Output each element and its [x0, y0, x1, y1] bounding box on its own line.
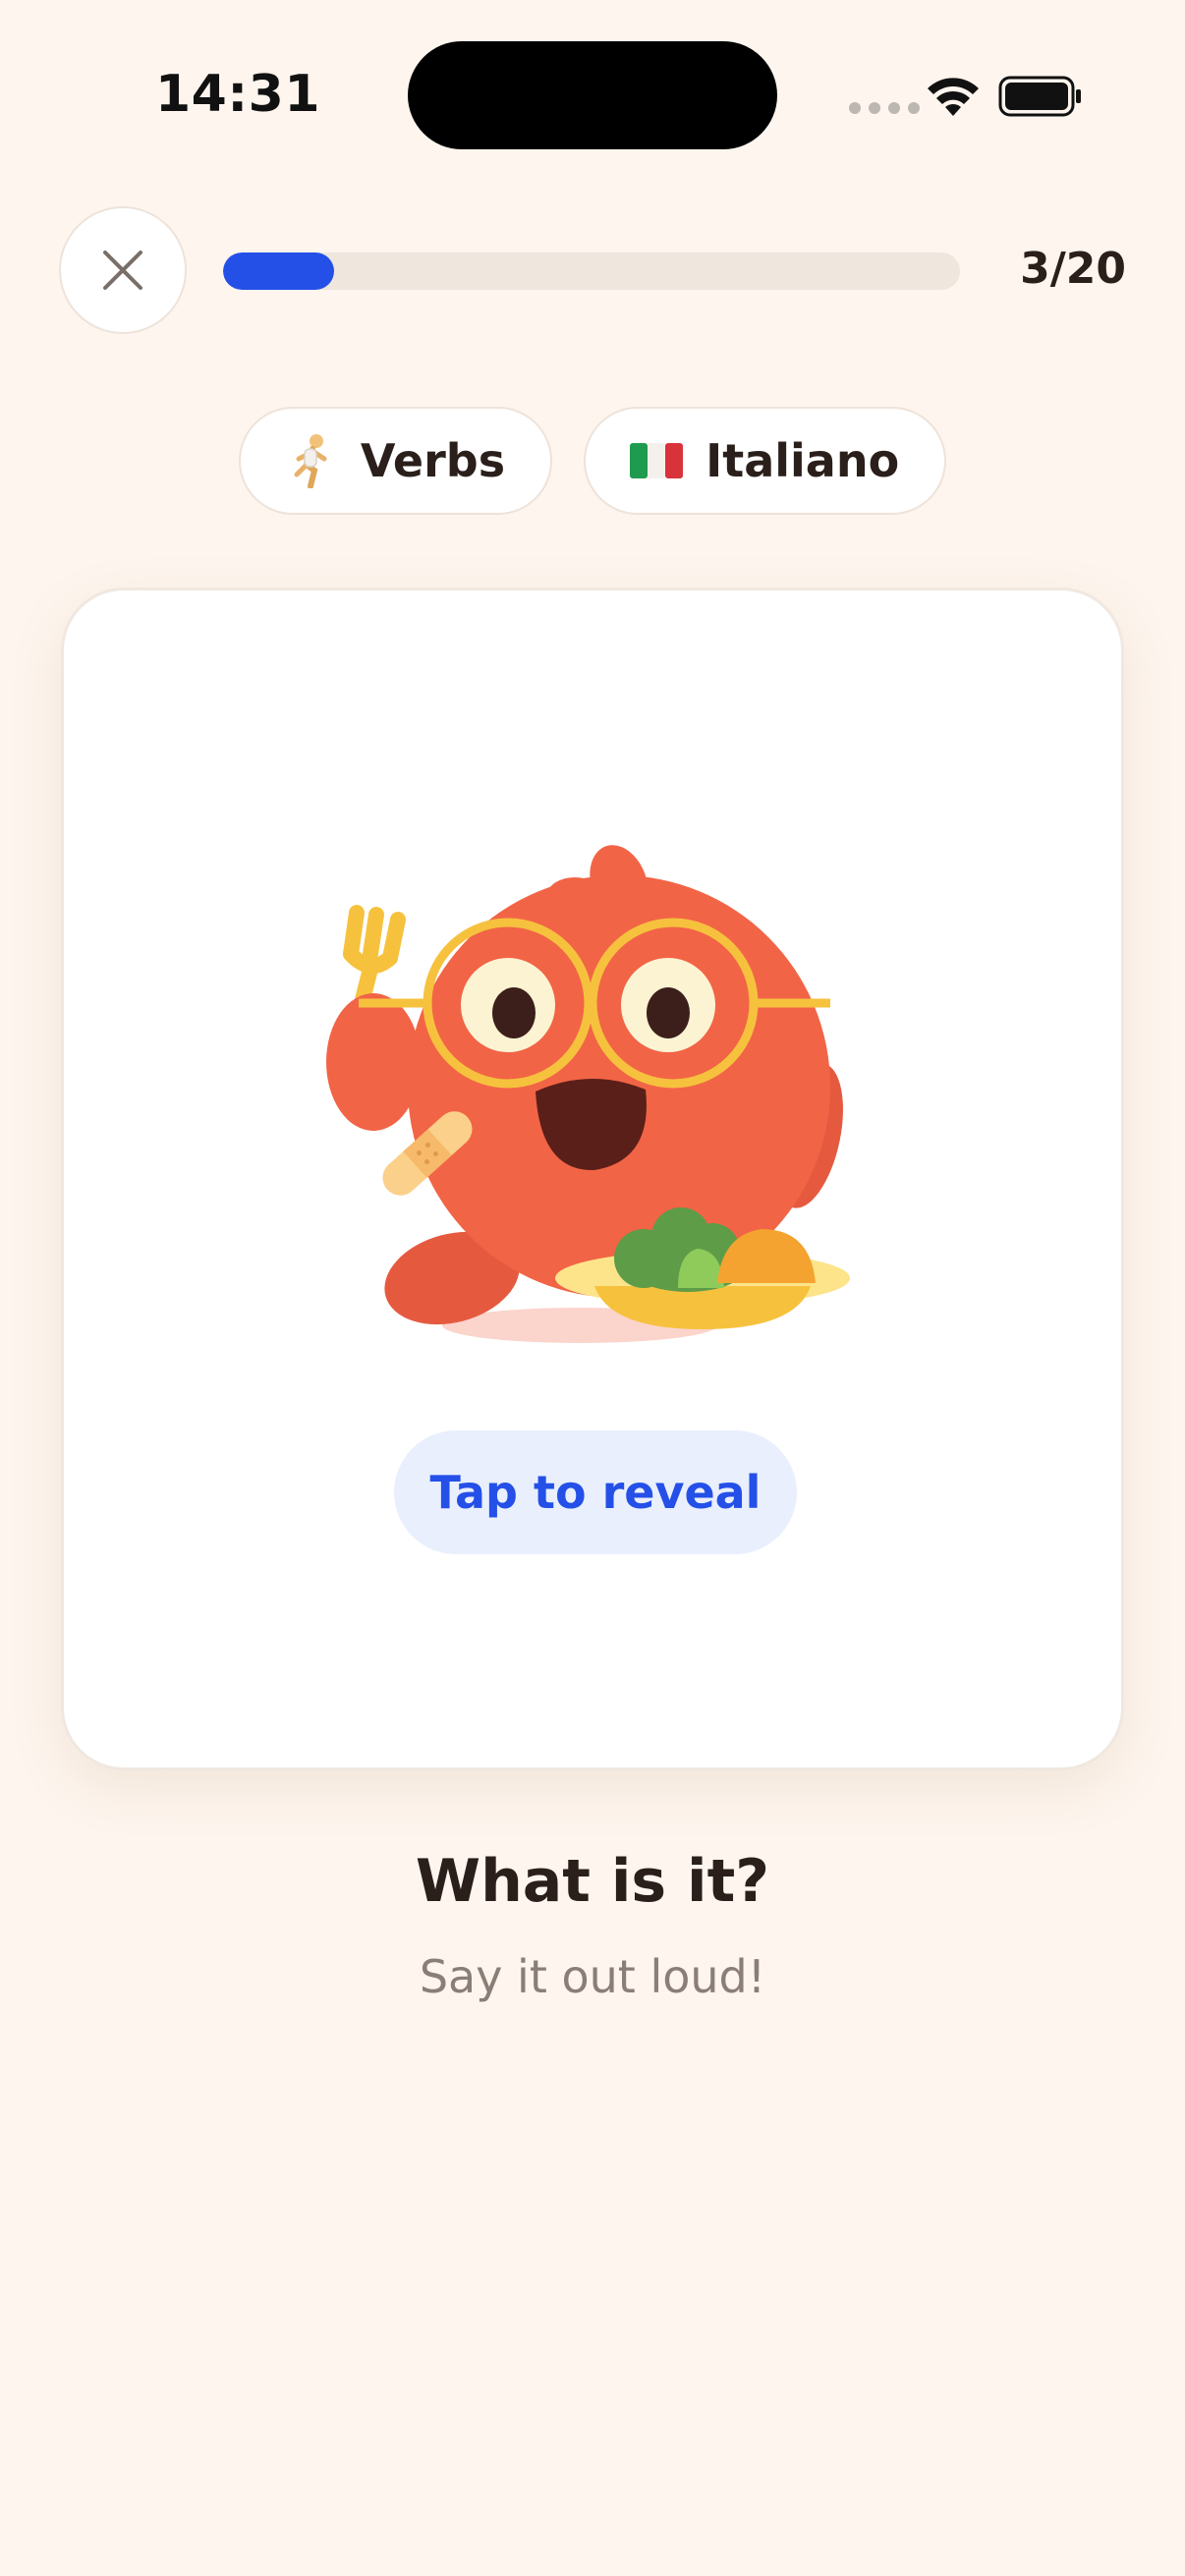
progress-fill: [223, 252, 334, 290]
orange-mascot-eating-icon: [326, 845, 850, 1343]
hint-text: Say it out loud!: [419, 1950, 766, 2003]
flashcard-screen: 14:31 3/20 Verbs Italiano Tap to reveal …: [0, 0, 1185, 2576]
dynamic-island: [408, 41, 777, 149]
progress-bar: [223, 252, 960, 290]
wifi-icon: [928, 78, 979, 116]
close-button[interactable]: [59, 206, 187, 334]
status-time: 14:31: [155, 65, 321, 124]
question-title: What is it?: [415, 1847, 770, 1916]
chip-italiano[interactable]: Italiano: [584, 407, 947, 515]
chip-verbs[interactable]: Verbs: [238, 407, 553, 515]
running-person-icon: [284, 433, 339, 488]
topic-chips: Verbs Italiano: [0, 407, 1185, 515]
chip-label: Verbs: [360, 434, 506, 487]
italy-flag-icon: [629, 433, 684, 488]
cellular-signal-icon: [849, 102, 920, 114]
close-icon: [103, 251, 142, 290]
flashcard[interactable]: Tap to reveal: [61, 588, 1124, 1770]
battery-icon: [998, 76, 1081, 117]
tap-to-reveal-button[interactable]: Tap to reveal: [394, 1430, 797, 1554]
progress-count: 3/20: [1020, 244, 1126, 294]
chip-label: Italiano: [705, 434, 900, 487]
